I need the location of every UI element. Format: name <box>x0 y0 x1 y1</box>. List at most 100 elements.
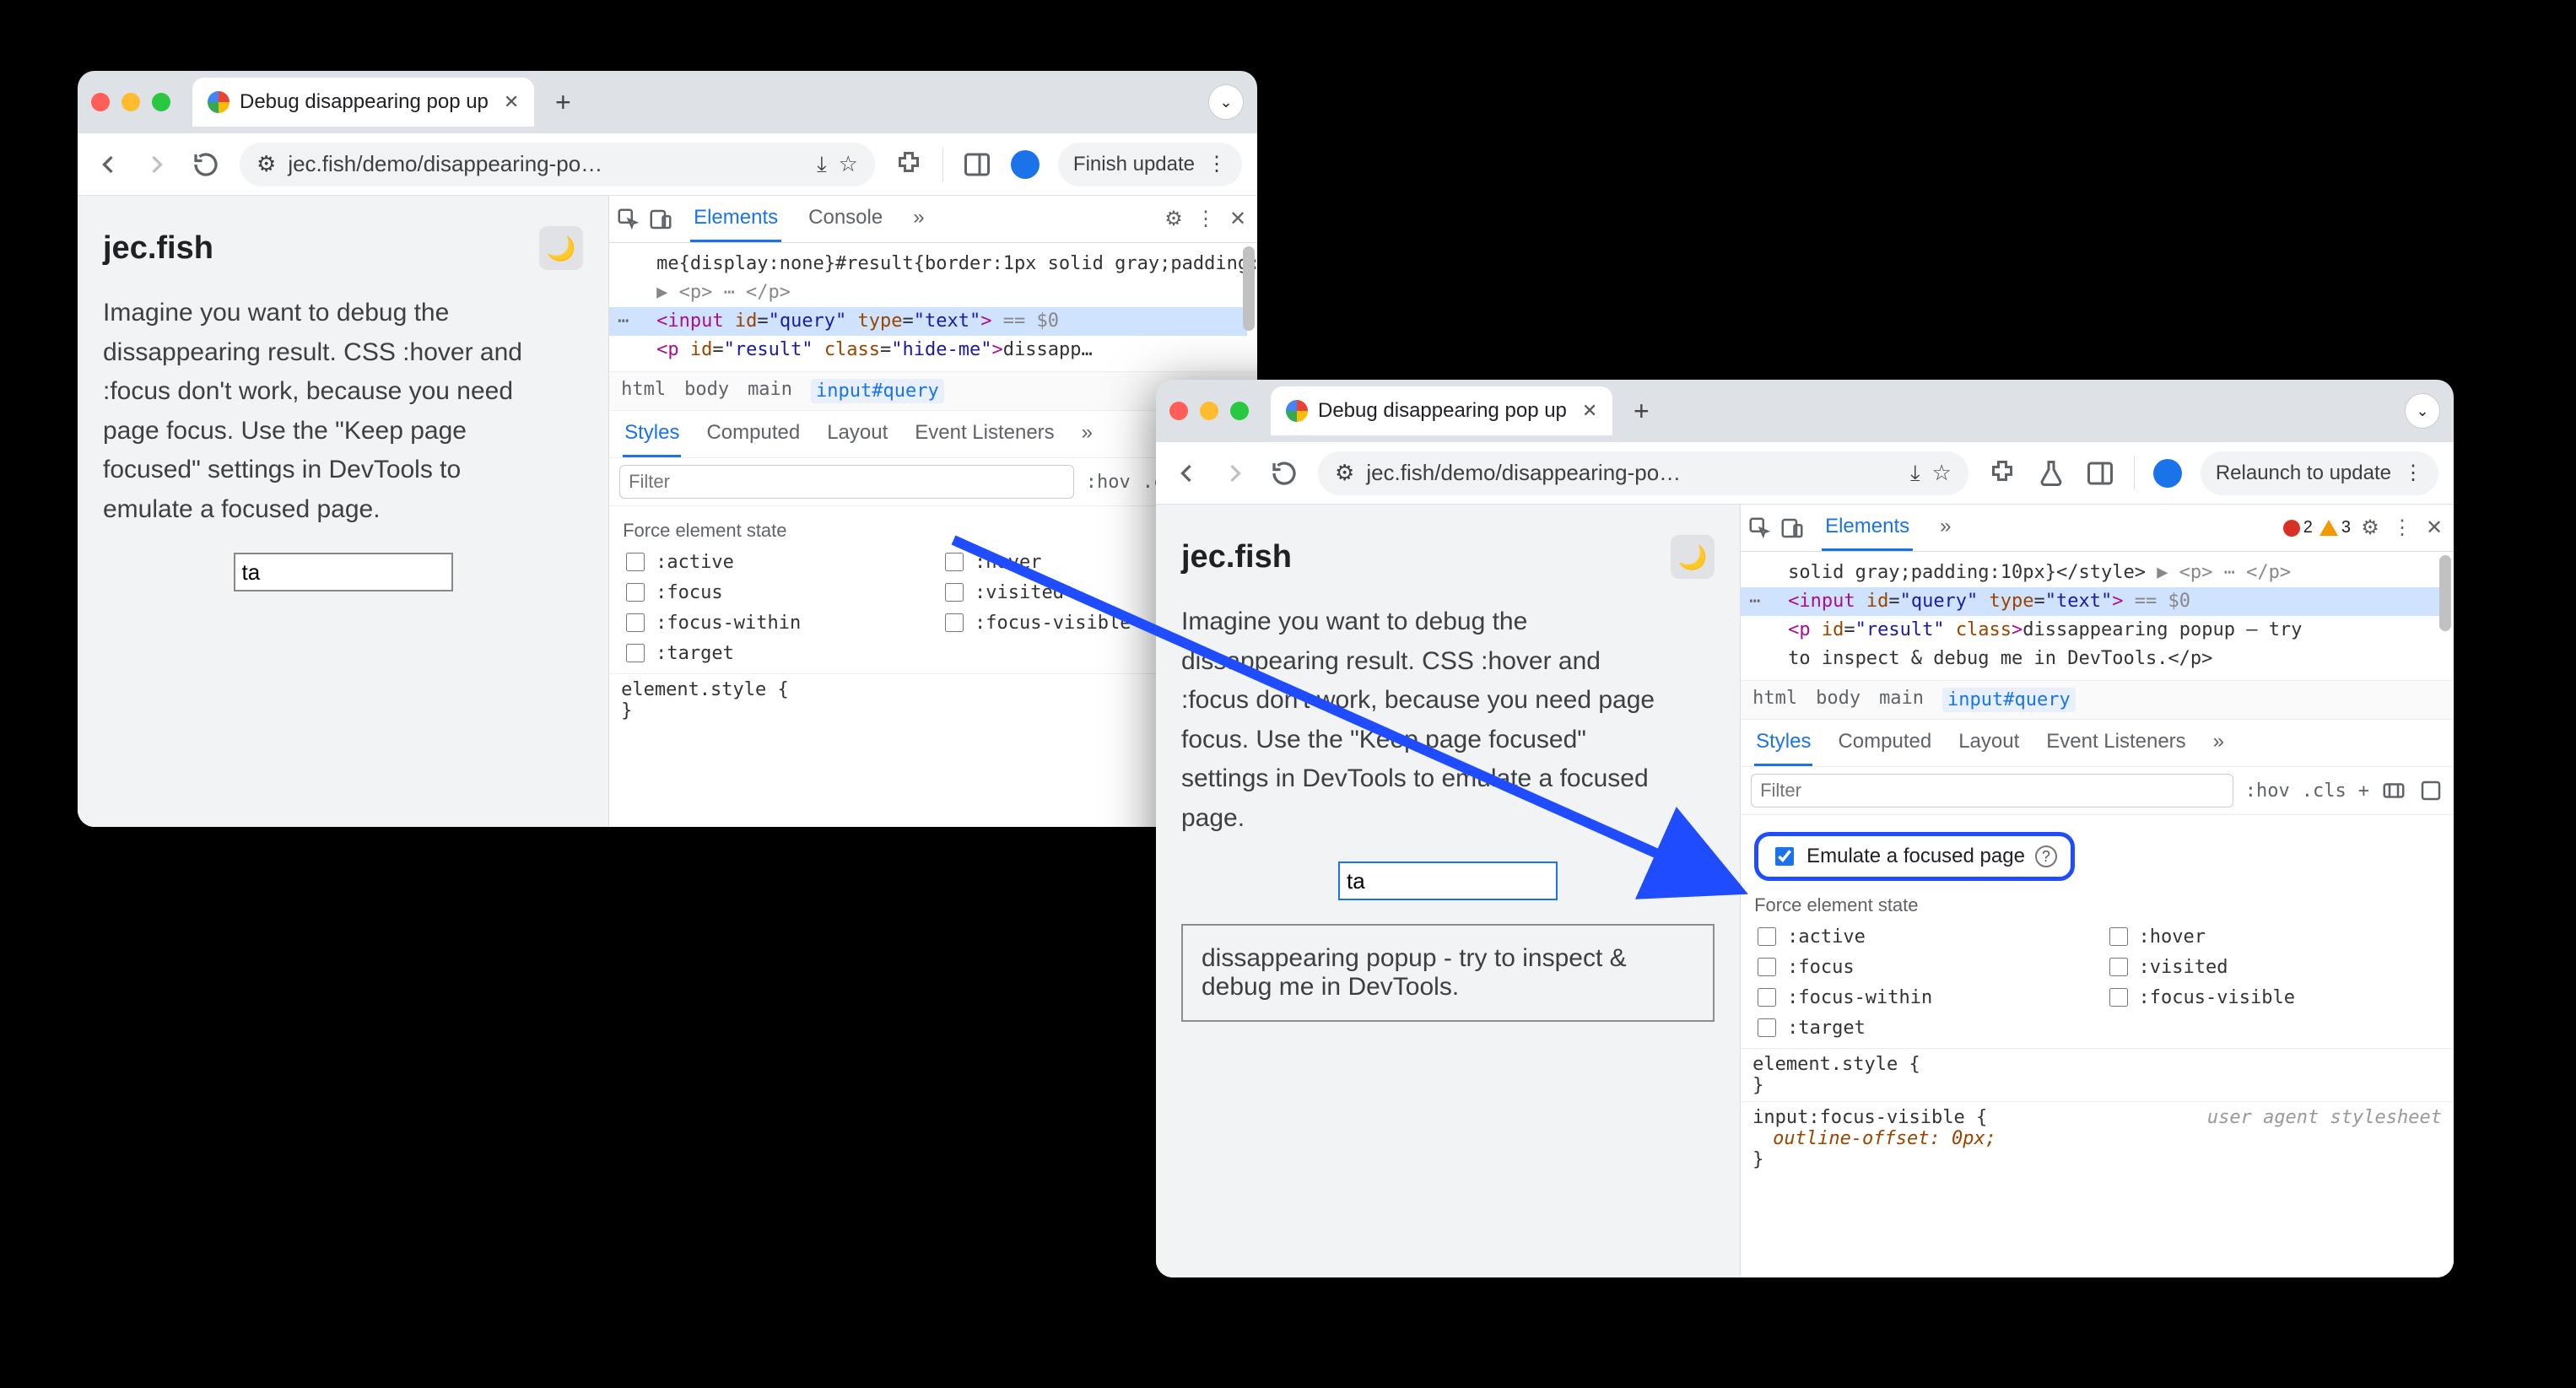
state-target[interactable]: :target <box>1754 1016 2088 1040</box>
event-listeners-tab[interactable]: Event Listeners <box>2044 720 2187 766</box>
state-hover[interactable]: :hover <box>2106 925 2440 948</box>
close-tab-icon[interactable]: ✕ <box>504 91 519 113</box>
dom-tree[interactable]: solid gray;padding:10px}</style> ▶ <p> ⋯… <box>1741 552 2454 680</box>
address-bar[interactable]: ⚙ jec.fish/demo/disappearing-po… ⤓ ☆ <box>1318 451 1968 495</box>
bookmark-icon[interactable]: ☆ <box>1932 460 1952 486</box>
computed-toggle-icon[interactable] <box>2418 778 2444 803</box>
reload-icon[interactable] <box>191 149 221 180</box>
dom-breadcrumb[interactable]: html body main input#query <box>1741 680 2454 720</box>
new-tab-button[interactable]: + <box>1621 391 1661 431</box>
selected-dom-node[interactable]: <input id="query" type="text"> == $0 <box>609 307 1247 336</box>
new-rule-icon[interactable]: + <box>2358 780 2369 802</box>
state-visited[interactable]: :visited <box>2106 955 2440 979</box>
more-tabs-icon[interactable]: » <box>910 196 927 242</box>
demo-query-input[interactable] <box>234 553 453 591</box>
extensions-icon[interactable] <box>1987 458 2017 489</box>
device-toolbar-icon[interactable] <box>648 207 673 232</box>
minimize-window-icon[interactable] <box>1200 402 1218 420</box>
site-settings-icon[interactable]: ⚙ <box>257 151 276 177</box>
site-brand[interactable]: jec.fish <box>103 230 213 267</box>
install-icon[interactable]: ⤓ <box>817 151 827 178</box>
close-devtools-icon[interactable]: ✕ <box>1225 207 1250 232</box>
event-listeners-tab[interactable]: Event Listeners <box>913 411 1056 457</box>
demo-query-input[interactable] <box>1338 861 1558 900</box>
theme-toggle-button[interactable]: 🌙 <box>1671 535 1715 579</box>
help-icon[interactable]: ? <box>2035 845 2057 867</box>
state-focus[interactable]: :focus <box>1754 955 2088 979</box>
emulate-focused-page-checkbox[interactable] <box>1775 847 1794 866</box>
settings-icon[interactable]: ⚙ <box>1161 207 1186 232</box>
reload-icon[interactable] <box>1269 458 1299 489</box>
site-brand[interactable]: jec.fish <box>1181 539 1292 575</box>
state-active[interactable]: :active <box>1754 925 2088 948</box>
kebab-icon[interactable]: ⋮ <box>1193 207 1218 232</box>
elements-tab[interactable]: Elements <box>690 196 781 242</box>
update-button[interactable]: Relaunch to update ⋮ <box>2201 451 2438 495</box>
more-subtabs-icon[interactable]: » <box>1080 411 1094 457</box>
inspect-icon[interactable] <box>1747 516 1773 541</box>
more-subtabs-icon[interactable]: » <box>2211 720 2226 766</box>
profile-avatar[interactable] <box>1011 150 1040 179</box>
state-target[interactable]: :target <box>623 641 925 665</box>
minimize-window-icon[interactable] <box>122 93 140 111</box>
close-window-icon[interactable] <box>91 93 110 111</box>
tab-overflow-button[interactable]: ⌄ <box>1208 84 1244 120</box>
cls-toggle[interactable]: .cls <box>2302 780 2346 802</box>
kebab-icon[interactable]: ⋮ <box>2390 516 2415 541</box>
close-window-icon[interactable] <box>1169 402 1188 420</box>
hov-toggle[interactable]: :hov <box>2245 780 2290 802</box>
styles-tab[interactable]: Styles <box>1754 720 1812 766</box>
scrollbar[interactable] <box>1243 246 1255 331</box>
close-tab-icon[interactable]: ✕ <box>1582 400 1597 422</box>
styles-filter-input[interactable] <box>619 465 1074 499</box>
maximize-window-icon[interactable] <box>152 93 170 111</box>
back-icon[interactable] <box>1171 458 1202 489</box>
state-focus-within[interactable]: :focus-within <box>623 611 925 635</box>
emulate-focused-page-toggle[interactable]: Emulate a focused page ? <box>1754 832 2075 881</box>
device-toolbar-icon[interactable] <box>1779 516 1805 541</box>
back-icon[interactable] <box>93 149 123 180</box>
side-panel-icon[interactable] <box>962 149 992 180</box>
selected-dom-node[interactable]: <input id="query" type="text"> == $0 <box>1741 587 2444 616</box>
warning-count[interactable]: 3 <box>2319 518 2351 537</box>
computed-tab[interactable]: Computed <box>1836 720 1933 766</box>
css-rule-block[interactable]: user agent stylesheet input:focus-visibl… <box>1741 1101 2454 1175</box>
settings-icon[interactable]: ⚙ <box>2357 516 2383 541</box>
new-tab-button[interactable]: + <box>543 82 583 122</box>
inspect-icon[interactable] <box>616 207 641 232</box>
styles-tab[interactable]: Styles <box>623 411 681 457</box>
browser-tab[interactable]: Debug disappearing pop up ✕ <box>192 78 534 127</box>
side-panel-icon[interactable] <box>2085 458 2115 489</box>
forward-icon[interactable] <box>142 149 172 180</box>
maximize-window-icon[interactable] <box>1230 402 1249 420</box>
labs-icon[interactable] <box>2036 458 2066 489</box>
error-count[interactable]: 2 <box>2283 518 2313 537</box>
state-focus-visible[interactable]: :focus-visible <box>2106 986 2440 1009</box>
theme-toggle-button[interactable]: 🌙 <box>539 226 583 270</box>
close-devtools-icon[interactable]: ✕ <box>2422 516 2447 541</box>
console-tab[interactable]: Console <box>805 196 886 242</box>
element-style-block[interactable]: element.style { } <box>1741 1048 2454 1101</box>
profile-avatar[interactable] <box>2153 459 2182 488</box>
computed-tab[interactable]: Computed <box>705 411 802 457</box>
install-icon[interactable]: ⤓ <box>1910 460 1920 487</box>
more-tabs-icon[interactable]: » <box>1936 505 1954 551</box>
browser-tab[interactable]: Debug disappearing pop up ✕ <box>1271 386 1612 435</box>
styles-filter-input[interactable] <box>1751 774 2233 807</box>
bookmark-icon[interactable]: ☆ <box>839 151 858 177</box>
paint-flash-icon[interactable] <box>2381 778 2406 803</box>
layout-tab[interactable]: Layout <box>1957 720 2021 766</box>
update-button[interactable]: Finish update ⋮ <box>1058 143 1242 186</box>
state-focus-within[interactable]: :focus-within <box>1754 986 2088 1009</box>
elements-tab[interactable]: Elements <box>1822 505 1913 551</box>
extensions-icon[interactable] <box>894 149 924 180</box>
state-active[interactable]: :active <box>623 550 925 574</box>
site-settings-icon[interactable]: ⚙ <box>1335 460 1354 486</box>
scrollbar[interactable] <box>2439 555 2451 631</box>
hov-toggle[interactable]: :hov <box>1086 472 1131 493</box>
dom-tree[interactable]: me{display:none}#result{border:1px solid… <box>609 243 1257 371</box>
layout-tab[interactable]: Layout <box>825 411 889 457</box>
state-focus[interactable]: :focus <box>623 581 925 604</box>
tab-overflow-button[interactable]: ⌄ <box>2405 393 2440 429</box>
address-bar[interactable]: ⚙ jec.fish/demo/disappearing-po… ⤓ ☆ <box>240 143 875 186</box>
